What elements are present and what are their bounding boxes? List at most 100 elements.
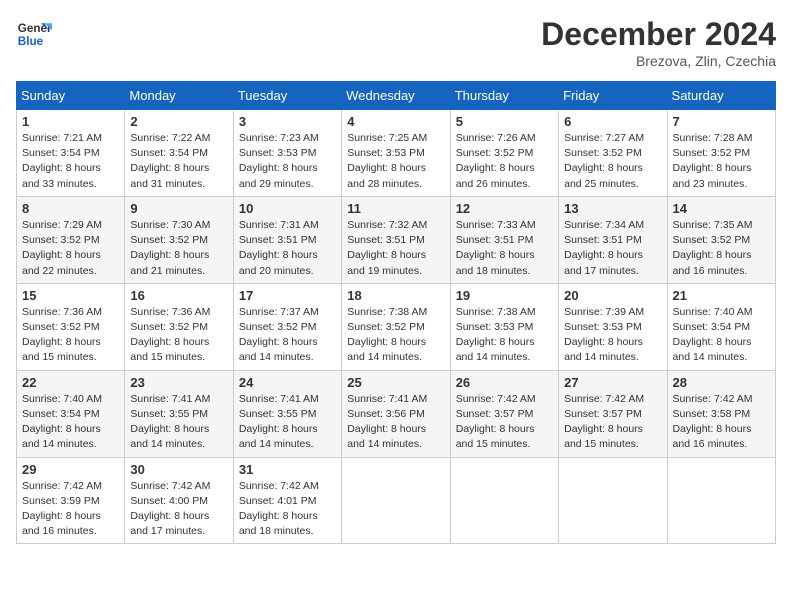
day-number: 5	[456, 114, 553, 129]
day-number: 21	[673, 288, 770, 303]
day-info: Sunrise: 7:42 AMSunset: 3:57 PMDaylight:…	[564, 392, 661, 453]
weekday-header-friday: Friday	[559, 82, 667, 110]
empty-cell	[559, 457, 667, 544]
day-cell-21: 21 Sunrise: 7:40 AMSunset: 3:54 PMDayligh…	[667, 283, 775, 370]
title-section: December 2024 Brezova, Zlin, Czechia	[541, 16, 776, 69]
weekday-header-sunday: Sunday	[17, 82, 125, 110]
day-info: Sunrise: 7:33 AMSunset: 3:51 PMDaylight:…	[456, 218, 553, 279]
day-cell-29: 29 Sunrise: 7:42 AMSunset: 3:59 PMDayligh…	[17, 457, 125, 544]
day-cell-10: 10 Sunrise: 7:31 AMSunset: 3:51 PMDayligh…	[233, 196, 341, 283]
day-cell-9: 9 Sunrise: 7:30 AMSunset: 3:52 PMDaylight…	[125, 196, 233, 283]
day-info: Sunrise: 7:40 AMSunset: 3:54 PMDaylight:…	[22, 392, 119, 453]
day-cell-16: 16 Sunrise: 7:36 AMSunset: 3:52 PMDayligh…	[125, 283, 233, 370]
day-info: Sunrise: 7:34 AMSunset: 3:51 PMDaylight:…	[564, 218, 661, 279]
weekday-header-tuesday: Tuesday	[233, 82, 341, 110]
day-number: 3	[239, 114, 336, 129]
page-header: General Blue December 2024 Brezova, Zlin…	[16, 16, 776, 69]
day-number: 6	[564, 114, 661, 129]
day-number: 16	[130, 288, 227, 303]
day-info: Sunrise: 7:39 AMSunset: 3:53 PMDaylight:…	[564, 305, 661, 366]
day-cell-17: 17 Sunrise: 7:37 AMSunset: 3:52 PMDayligh…	[233, 283, 341, 370]
day-number: 7	[673, 114, 770, 129]
day-number: 4	[347, 114, 444, 129]
day-info: Sunrise: 7:23 AMSunset: 3:53 PMDaylight:…	[239, 131, 336, 192]
day-info: Sunrise: 7:42 AMSunset: 3:58 PMDaylight:…	[673, 392, 770, 453]
day-info: Sunrise: 7:32 AMSunset: 3:51 PMDaylight:…	[347, 218, 444, 279]
empty-cell	[342, 457, 450, 544]
day-cell-20: 20Sunrise: 7:39 AMSunset: 3:53 PMDayligh…	[559, 283, 667, 370]
svg-text:Blue: Blue	[18, 35, 44, 48]
week-row-4: 22 Sunrise: 7:40 AMSunset: 3:54 PMDayligh…	[17, 370, 776, 457]
weekday-header-monday: Monday	[125, 82, 233, 110]
day-cell-25: 25 Sunrise: 7:41 AMSunset: 3:56 PMDayligh…	[342, 370, 450, 457]
day-cell-19: 19 Sunrise: 7:38 AMSunset: 3:53 PMDayligh…	[450, 283, 558, 370]
empty-cell	[667, 457, 775, 544]
day-number: 18	[347, 288, 444, 303]
day-number: 31	[239, 462, 336, 477]
day-info: Sunrise: 7:30 AMSunset: 3:52 PMDaylight:…	[130, 218, 227, 279]
day-cell-15: 15Sunrise: 7:36 AMSunset: 3:52 PMDayligh…	[17, 283, 125, 370]
day-number: 14	[673, 201, 770, 216]
day-cell-22: 22 Sunrise: 7:40 AMSunset: 3:54 PMDayligh…	[17, 370, 125, 457]
weekday-header-saturday: Saturday	[667, 82, 775, 110]
day-cell-28: 28Sunrise: 7:42 AMSunset: 3:58 PMDayligh…	[667, 370, 775, 457]
day-number: 10	[239, 201, 336, 216]
day-cell-7: 7 Sunrise: 7:28 AMSunset: 3:52 PMDaylight…	[667, 110, 775, 197]
day-cell-1: 1Sunrise: 7:21 AMSunset: 3:54 PMDaylight…	[17, 110, 125, 197]
day-number: 25	[347, 375, 444, 390]
day-cell-24: 24 Sunrise: 7:41 AMSunset: 3:55 PMDayligh…	[233, 370, 341, 457]
logo-icon: General Blue	[16, 16, 52, 52]
day-info: Sunrise: 7:42 AMSunset: 3:59 PMDaylight:…	[22, 479, 119, 540]
week-row-1: 1Sunrise: 7:21 AMSunset: 3:54 PMDaylight…	[17, 110, 776, 197]
day-info: Sunrise: 7:29 AMSunset: 3:52 PMDaylight:…	[22, 218, 119, 279]
day-info: Sunrise: 7:31 AMSunset: 3:51 PMDaylight:…	[239, 218, 336, 279]
week-row-2: 8Sunrise: 7:29 AMSunset: 3:52 PMDaylight…	[17, 196, 776, 283]
day-cell-5: 5 Sunrise: 7:26 AMSunset: 3:52 PMDaylight…	[450, 110, 558, 197]
day-info: Sunrise: 7:42 AMSunset: 3:57 PMDaylight:…	[456, 392, 553, 453]
day-info: Sunrise: 7:26 AMSunset: 3:52 PMDaylight:…	[456, 131, 553, 192]
day-info: Sunrise: 7:36 AMSunset: 3:52 PMDaylight:…	[130, 305, 227, 366]
day-info: Sunrise: 7:41 AMSunset: 3:55 PMDaylight:…	[239, 392, 336, 453]
day-info: Sunrise: 7:37 AMSunset: 3:52 PMDaylight:…	[239, 305, 336, 366]
day-number: 11	[347, 201, 444, 216]
day-number: 12	[456, 201, 553, 216]
day-info: Sunrise: 7:41 AMSunset: 3:56 PMDaylight:…	[347, 392, 444, 453]
day-number: 19	[456, 288, 553, 303]
day-cell-14: 14 Sunrise: 7:35 AMSunset: 3:52 PMDayligh…	[667, 196, 775, 283]
day-cell-6: 6 Sunrise: 7:27 AMSunset: 3:52 PMDaylight…	[559, 110, 667, 197]
day-info: Sunrise: 7:21 AMSunset: 3:54 PMDaylight:…	[22, 131, 119, 192]
day-info: Sunrise: 7:36 AMSunset: 3:52 PMDaylight:…	[22, 305, 119, 366]
day-info: Sunrise: 7:42 AMSunset: 4:00 PMDaylight:…	[130, 479, 227, 540]
empty-cell	[450, 457, 558, 544]
day-cell-4: 4 Sunrise: 7:25 AMSunset: 3:53 PMDaylight…	[342, 110, 450, 197]
day-number: 24	[239, 375, 336, 390]
day-cell-31: 31 Sunrise: 7:42 AMSunset: 4:01 PMDayligh…	[233, 457, 341, 544]
day-number: 22	[22, 375, 119, 390]
day-number: 9	[130, 201, 227, 216]
day-number: 23	[130, 375, 227, 390]
day-info: Sunrise: 7:38 AMSunset: 3:53 PMDaylight:…	[456, 305, 553, 366]
day-number: 13	[564, 201, 661, 216]
day-info: Sunrise: 7:28 AMSunset: 3:52 PMDaylight:…	[673, 131, 770, 192]
day-info: Sunrise: 7:42 AMSunset: 4:01 PMDaylight:…	[239, 479, 336, 540]
day-number: 29	[22, 462, 119, 477]
day-number: 30	[130, 462, 227, 477]
day-info: Sunrise: 7:40 AMSunset: 3:54 PMDaylight:…	[673, 305, 770, 366]
day-cell-11: 11 Sunrise: 7:32 AMSunset: 3:51 PMDayligh…	[342, 196, 450, 283]
day-info: Sunrise: 7:27 AMSunset: 3:52 PMDaylight:…	[564, 131, 661, 192]
day-info: Sunrise: 7:41 AMSunset: 3:55 PMDaylight:…	[130, 392, 227, 453]
week-row-5: 29 Sunrise: 7:42 AMSunset: 3:59 PMDayligh…	[17, 457, 776, 544]
day-info: Sunrise: 7:38 AMSunset: 3:52 PMDaylight:…	[347, 305, 444, 366]
day-number: 17	[239, 288, 336, 303]
logo: General Blue	[16, 16, 52, 52]
day-cell-26: 26 Sunrise: 7:42 AMSunset: 3:57 PMDayligh…	[450, 370, 558, 457]
calendar-table: SundayMondayTuesdayWednesdayThursdayFrid…	[16, 81, 776, 544]
day-info: Sunrise: 7:35 AMSunset: 3:52 PMDaylight:…	[673, 218, 770, 279]
weekday-header-thursday: Thursday	[450, 82, 558, 110]
day-info: Sunrise: 7:25 AMSunset: 3:53 PMDaylight:…	[347, 131, 444, 192]
day-cell-18: 18 Sunrise: 7:38 AMSunset: 3:52 PMDayligh…	[342, 283, 450, 370]
location: Brezova, Zlin, Czechia	[541, 53, 776, 69]
day-number: 26	[456, 375, 553, 390]
weekday-header-row: SundayMondayTuesdayWednesdayThursdayFrid…	[17, 82, 776, 110]
day-cell-2: 2Sunrise: 7:22 AMSunset: 3:54 PMDaylight…	[125, 110, 233, 197]
